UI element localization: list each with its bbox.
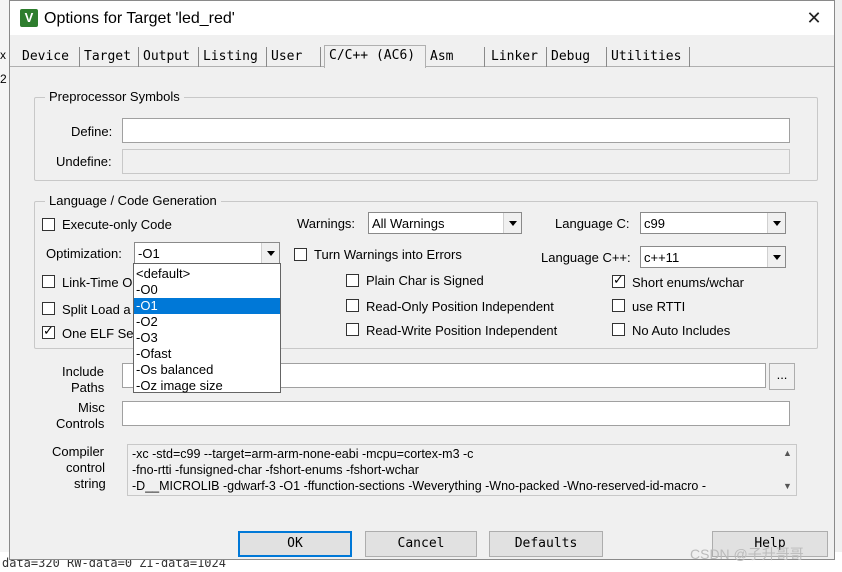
language-cpp-label: Language C++: bbox=[541, 250, 631, 265]
define-label: Define: bbox=[71, 124, 113, 139]
plain-char-label: Plain Char is Signed bbox=[366, 273, 484, 288]
chevron-down-icon[interactable] bbox=[767, 247, 785, 267]
use-rtti-checkbox[interactable] bbox=[612, 299, 625, 312]
scrollbar[interactable]: ▲ ▼ bbox=[779, 445, 796, 495]
optimization-option[interactable]: -Oz image size bbox=[134, 378, 280, 394]
control-label: control bbox=[66, 460, 106, 475]
control-string-line: -D__MICROLIB -gdwarf-3 -O1 -ffunction-se… bbox=[132, 479, 707, 493]
read-only-pi-checkbox[interactable] bbox=[346, 299, 359, 312]
tab-linker[interactable]: Linker bbox=[487, 47, 547, 67]
tab-target[interactable]: Target bbox=[80, 47, 139, 67]
scroll-up-icon[interactable]: ▲ bbox=[779, 445, 796, 462]
compiler-control-string[interactable]: -xc -std=c99 --target=arm-arm-none-eabi … bbox=[127, 444, 797, 496]
keil-uvision-icon: V bbox=[20, 9, 38, 27]
read-write-pi-label: Read-Write Position Independent bbox=[366, 323, 558, 338]
group-title: Language / Code Generation bbox=[45, 193, 221, 208]
chevron-down-icon[interactable] bbox=[767, 213, 785, 233]
use-rtti-label: use RTTI bbox=[632, 299, 686, 314]
optimization-value: -O1 bbox=[138, 246, 160, 261]
compiler-label: Compiler bbox=[52, 444, 105, 459]
chevron-down-icon[interactable] bbox=[503, 213, 521, 233]
tab-listing[interactable]: Listing bbox=[199, 47, 267, 67]
watermark: CSDN @子升哥哥 bbox=[690, 546, 804, 562]
tab-user[interactable]: User bbox=[267, 47, 321, 67]
scroll-down-icon[interactable]: ▼ bbox=[779, 478, 796, 495]
define-field[interactable] bbox=[122, 118, 790, 143]
background-fragment: x bbox=[0, 48, 6, 62]
group-title: Preprocessor Symbols bbox=[45, 89, 184, 104]
window-title: Options for Target 'led_red' bbox=[44, 10, 235, 27]
short-enums-label: Short enums/wchar bbox=[632, 275, 744, 290]
warnings-value: All Warnings bbox=[372, 216, 445, 231]
optimization-option[interactable]: -O2 bbox=[134, 314, 280, 330]
tab-cc-ac6[interactable]: C/C++ (AC6) bbox=[324, 45, 426, 68]
warnings-select[interactable]: All Warnings bbox=[368, 212, 522, 234]
cancel-button[interactable]: Cancel bbox=[365, 531, 477, 557]
turn-warnings-label: Turn Warnings into Errors bbox=[314, 247, 462, 262]
no-auto-includes-checkbox[interactable] bbox=[612, 323, 625, 336]
one-elf-checkbox[interactable] bbox=[42, 324, 55, 340]
link-time-checkbox[interactable] bbox=[42, 275, 55, 288]
background-fragment: 2 bbox=[0, 72, 7, 86]
link-time-label: Link-Time O bbox=[62, 275, 133, 290]
language-c-select[interactable]: c99 bbox=[640, 212, 786, 234]
language-c-label: Language C: bbox=[555, 216, 630, 231]
ok-button[interactable]: OK bbox=[238, 531, 352, 557]
language-cpp-value: c++11 bbox=[644, 250, 680, 265]
optimization-label: Optimization: bbox=[46, 246, 122, 261]
paths-label: Paths bbox=[71, 380, 105, 395]
optimization-option[interactable]: -O0 bbox=[134, 282, 280, 298]
misc-controls-field[interactable] bbox=[122, 401, 790, 426]
read-only-pi-label: Read-Only Position Independent bbox=[366, 299, 554, 314]
optimization-dropdown-list: <default> -O0 -O1 -O2 -O3 -Ofast -Os bal… bbox=[133, 263, 281, 393]
execute-only-label: Execute-only Code bbox=[62, 217, 172, 232]
optimization-option[interactable]: <default> bbox=[134, 266, 280, 282]
optimization-select[interactable]: -O1 bbox=[134, 242, 280, 264]
no-auto-includes-label: No Auto Includes bbox=[632, 323, 731, 338]
warnings-label: Warnings: bbox=[297, 216, 356, 231]
tab-output[interactable]: Output bbox=[139, 47, 199, 67]
undefine-label: Undefine: bbox=[56, 154, 112, 169]
title-bar[interactable]: V Options for Target 'led_red' ✕ bbox=[10, 1, 834, 35]
control-string-line: -xc -std=c99 --target=arm-arm-none-eabi … bbox=[132, 447, 474, 461]
include-label: Include bbox=[62, 364, 104, 379]
turn-warnings-checkbox[interactable] bbox=[294, 248, 307, 261]
execute-only-checkbox[interactable] bbox=[42, 218, 55, 231]
tab-bar: Device Target Output Listing User C/C++ … bbox=[10, 45, 834, 68]
controls-label: Controls bbox=[56, 416, 105, 431]
undefine-field[interactable] bbox=[122, 149, 790, 174]
close-button[interactable]: ✕ bbox=[800, 5, 828, 31]
optimization-option[interactable]: -Ofast bbox=[134, 346, 280, 362]
string-label: string bbox=[74, 476, 106, 491]
split-load-label: Split Load a bbox=[62, 302, 131, 317]
tab-asm[interactable]: Asm bbox=[426, 47, 485, 67]
optimization-option[interactable]: -Os balanced bbox=[134, 362, 280, 378]
read-write-pi-checkbox[interactable] bbox=[346, 323, 359, 336]
optimization-option-selected[interactable]: -O1 bbox=[134, 298, 280, 314]
defaults-button[interactable]: Defaults bbox=[489, 531, 603, 557]
language-c-value: c99 bbox=[644, 216, 665, 231]
optimization-option[interactable]: -O3 bbox=[134, 330, 280, 346]
control-string-line: -fno-rtti -funsigned-char -fshort-enums … bbox=[132, 463, 419, 477]
tab-device[interactable]: Device bbox=[18, 47, 80, 67]
split-load-checkbox[interactable] bbox=[42, 302, 55, 315]
language-cpp-select[interactable]: c++11 bbox=[640, 246, 786, 268]
one-elf-label: One ELF Se bbox=[62, 326, 134, 341]
tab-utilities[interactable]: Utilities bbox=[607, 47, 690, 67]
browse-include-button[interactable]: ... bbox=[769, 363, 795, 390]
short-enums-checkbox[interactable] bbox=[612, 273, 625, 289]
plain-char-checkbox[interactable] bbox=[346, 274, 359, 287]
misc-label: Misc bbox=[78, 400, 105, 415]
tab-debug[interactable]: Debug bbox=[547, 47, 607, 67]
chevron-down-icon[interactable] bbox=[261, 243, 279, 263]
